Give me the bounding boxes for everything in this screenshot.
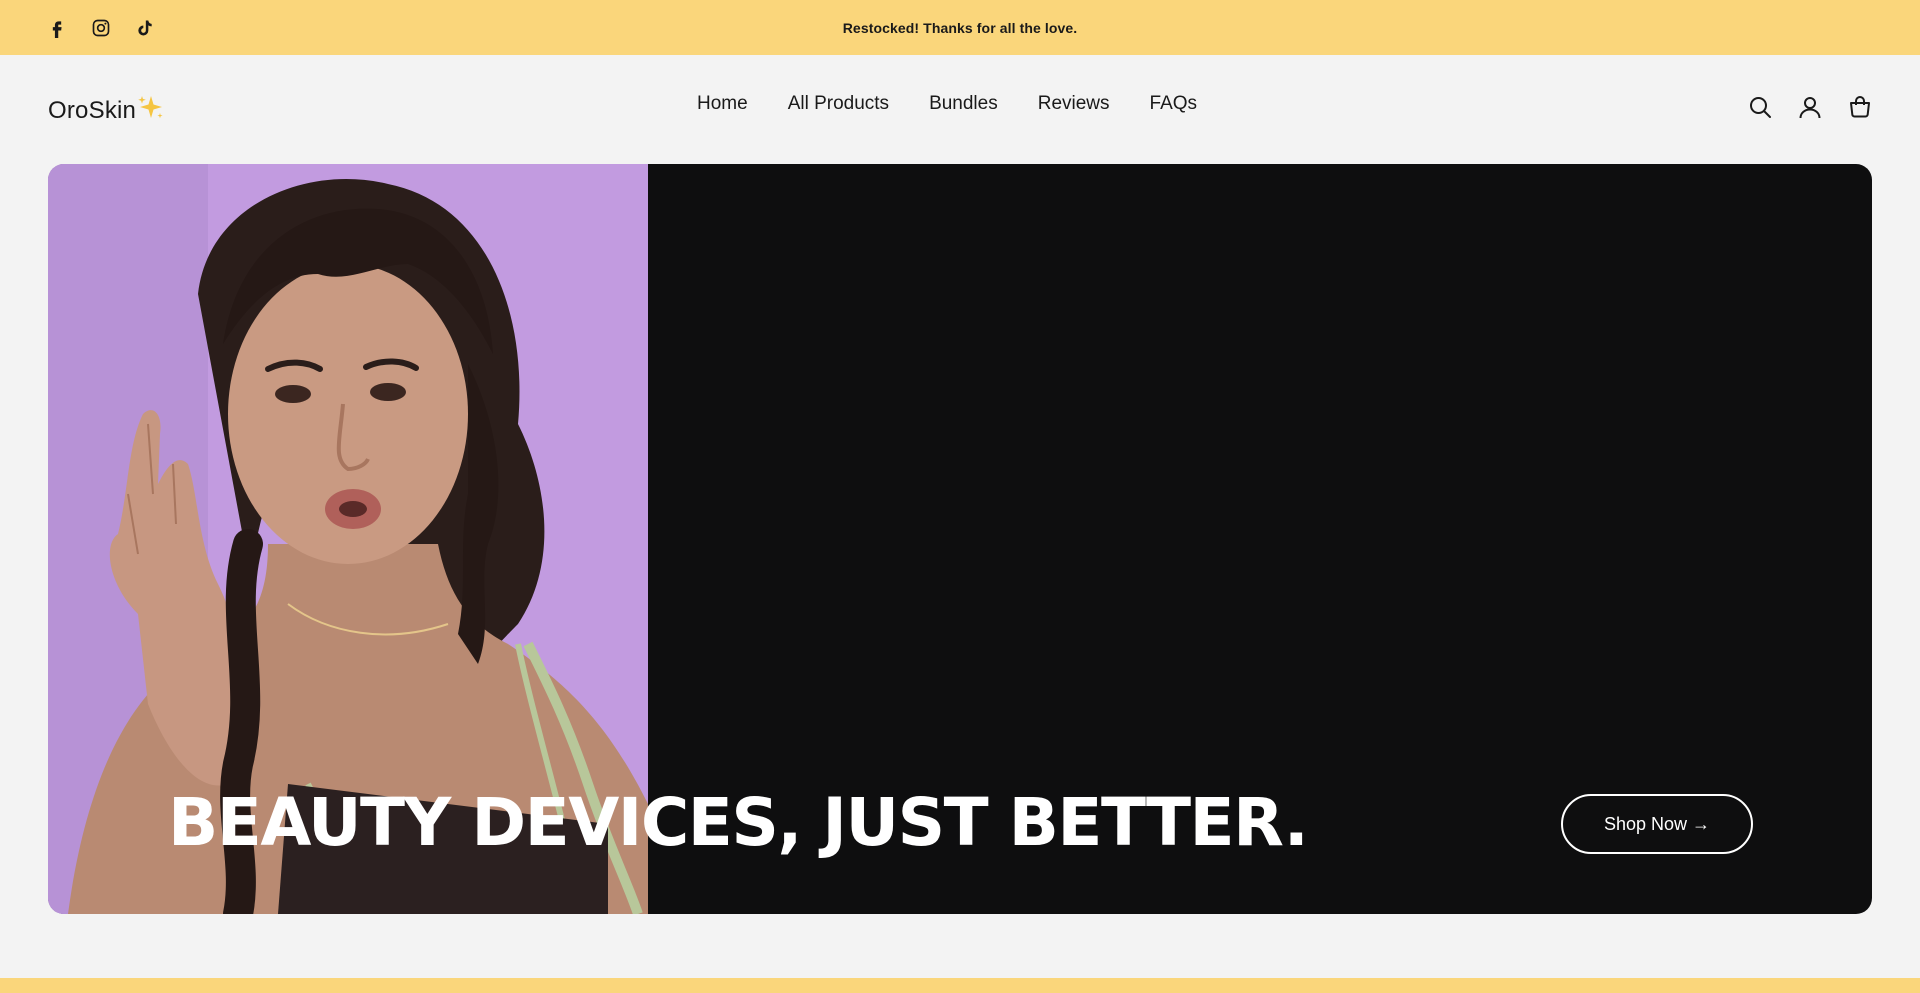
- announcement-message: Restocked! Thanks for all the love.: [842, 19, 1078, 36]
- nav-all-products[interactable]: All Products: [788, 93, 889, 115]
- main-nav: Home All Products Bundles Reviews FAQs: [697, 93, 1197, 115]
- tiktok-icon[interactable]: [134, 17, 156, 39]
- account-icon[interactable]: [1798, 95, 1822, 119]
- social-links: [46, 0, 156, 55]
- nav-faqs[interactable]: FAQs: [1150, 93, 1198, 115]
- announcement-bar: Restocked! Thanks for all the love.: [0, 0, 1920, 55]
- nav-home[interactable]: Home: [697, 93, 748, 115]
- logo-text: OroSkin: [48, 96, 137, 124]
- hero-banner: BEAUTY DEVICES, JUST BETTER. Shop Now →: [48, 164, 1872, 914]
- site-logo[interactable]: OroSkin: [48, 93, 165, 128]
- search-icon[interactable]: [1748, 95, 1772, 119]
- nav-bundles[interactable]: Bundles: [929, 93, 998, 115]
- site-header: OroSkin Home All Products Bundles Review…: [0, 55, 1920, 163]
- header-icons: [1748, 95, 1872, 119]
- hero-title: BEAUTY DEVICES, JUST BETTER.: [168, 784, 1309, 861]
- cart-icon[interactable]: [1848, 95, 1872, 119]
- instagram-icon[interactable]: [90, 17, 112, 39]
- footer-accent-strip: [0, 978, 1920, 993]
- shop-now-button[interactable]: Shop Now →: [1561, 794, 1753, 854]
- facebook-icon[interactable]: [46, 17, 68, 39]
- sparkle-icon: [137, 93, 165, 128]
- nav-reviews[interactable]: Reviews: [1038, 93, 1110, 115]
